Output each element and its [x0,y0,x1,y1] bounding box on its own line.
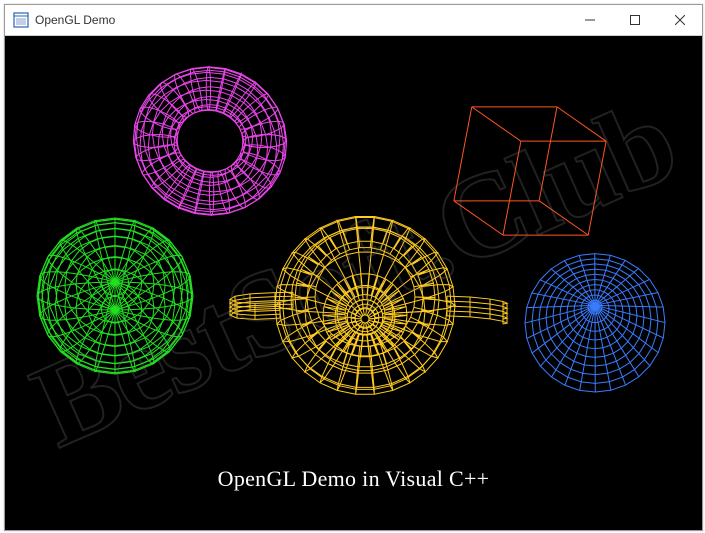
close-button[interactable] [657,5,702,35]
scene-caption: OpenGL Demo in Visual C++ [218,466,490,492]
opengl-viewport: OpenGL Demo in Visual C++ BestSoft.Club [5,36,702,530]
app-window: OpenGL Demo OpenGL D [4,4,703,531]
app-icon [13,12,29,28]
minimize-button[interactable] [567,5,612,35]
wire-cone [495,231,695,401]
titlebar[interactable]: OpenGL Demo [5,5,702,36]
wire-teapot [205,191,525,421]
wire-sphere [25,211,205,381]
maximize-button[interactable] [612,5,657,35]
window-title: OpenGL Demo [35,13,115,27]
